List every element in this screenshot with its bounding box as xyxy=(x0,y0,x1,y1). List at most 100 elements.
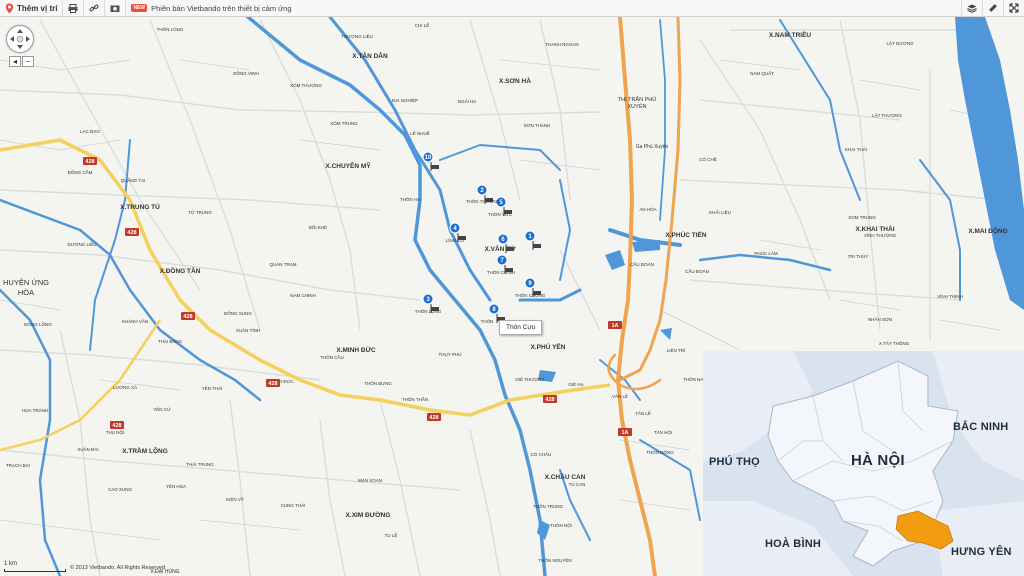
place-label: Ga Phú Xuyên xyxy=(636,144,669,150)
marker-number: 10 xyxy=(425,155,432,161)
place-label: NAM CHINH xyxy=(290,293,316,298)
place-label: GIẼ HẠ xyxy=(568,381,583,387)
promo-text: Phiên bản Vietbando trên thiết bị cảm ứn… xyxy=(151,3,292,13)
place-label: ĐỒNG SUNG xyxy=(224,310,252,316)
place-label: VĨNH THỊNH xyxy=(937,293,963,299)
label-bac-ninh: BẮC NINH xyxy=(953,421,1009,433)
place-label: CÓ CHÊ xyxy=(699,155,717,162)
place-label: NAM QUẤT xyxy=(750,70,774,76)
promo-banner[interactable]: NEW Phiên bản Vietbando trên thiết bị cả… xyxy=(126,0,296,17)
link-icon xyxy=(89,4,99,12)
place-label: MẬN XOAN xyxy=(358,477,382,483)
ruler-button[interactable] xyxy=(982,0,1003,17)
place-label: TÂN HỘI xyxy=(654,429,672,435)
ruler-icon xyxy=(989,4,997,12)
fullscreen-button[interactable] xyxy=(1003,0,1024,17)
place-label: XUÂN ĐÀI xyxy=(77,446,98,452)
place-label: DƯƠNG LIỄU xyxy=(68,241,97,247)
label-hoa-binh: HOÀ BÌNH xyxy=(765,538,821,550)
layers-icon xyxy=(967,4,977,13)
place-label: KIỆN VỸ xyxy=(226,495,244,502)
place-label: ĐỒNG LỒNG xyxy=(24,321,52,327)
place-label: ĐẠI NGHIỆP xyxy=(392,96,418,103)
place-label: THÔN LONG xyxy=(157,26,184,32)
zoom-out-button[interactable]: − xyxy=(22,56,34,67)
road-badge: 428 xyxy=(125,228,139,236)
place-label: X.MINH ĐỨC xyxy=(336,345,376,354)
place-label: YÊN THÁI xyxy=(202,384,223,391)
pan-control[interactable] xyxy=(6,25,34,53)
flag-icon xyxy=(431,165,439,169)
place-label: CÓ CHÂU xyxy=(531,451,552,457)
place-label: X.XIM ĐƯỜNG xyxy=(346,510,391,519)
layers-button[interactable] xyxy=(961,0,982,17)
road-badge-label: 428 xyxy=(545,397,554,403)
road-badge-label: 428 xyxy=(127,230,136,236)
place-label: THỤY PHÚ xyxy=(439,351,462,357)
road-badge-label: 428 xyxy=(268,381,277,387)
place-label: AN HÒA xyxy=(639,206,656,212)
place-label: LỄ NHUẾ xyxy=(410,130,430,136)
road-badge-label: 1A xyxy=(621,430,628,436)
place-label: LẬT DƯƠNG xyxy=(886,40,914,46)
road-badge: 428 xyxy=(83,157,97,165)
printer-icon xyxy=(68,3,78,13)
share-button[interactable] xyxy=(105,0,127,17)
place-label: CẦU ĐOÀN xyxy=(630,261,654,267)
scale-bar: 1 km xyxy=(4,561,66,572)
road-badge: 1A xyxy=(608,321,622,329)
place-label: TÂN LỄ xyxy=(635,410,651,416)
place-label: TỬ TRUNG xyxy=(188,209,212,215)
place-label: TRẠCH BẠI xyxy=(6,463,30,468)
marker-label: THÔN CHÍNH xyxy=(487,269,515,275)
marker-label: THÔN THƯỢNG xyxy=(466,198,501,204)
marker-label: THÔN xyxy=(481,318,494,324)
zoom-back-button[interactable]: ◂ xyxy=(9,56,21,67)
marker-label: THÔN VỰC xyxy=(488,211,513,217)
road-badge: 428 xyxy=(266,379,280,387)
link-button[interactable] xyxy=(84,0,106,17)
copyright-text: © 2013 Vietbando. All Rights Reserved xyxy=(70,565,166,571)
place-label: XÓM THƯỢNG xyxy=(290,82,322,88)
place-label: QUẢNG TẠI xyxy=(121,177,146,183)
expand-icon xyxy=(1009,3,1019,13)
print-button[interactable] xyxy=(63,0,85,17)
place-label: QUÂN TRẠM xyxy=(270,261,297,267)
road-badge-label: 428 xyxy=(183,314,192,320)
place-label: X.TRUNG TÚ xyxy=(120,202,160,211)
place-label: KHAI THÁI xyxy=(845,146,867,152)
place-label: LẬT THƯỢNG xyxy=(872,112,902,118)
place-label: NHÂN SƠN xyxy=(868,316,892,322)
add-location-label: Thêm vị trí xyxy=(17,3,58,13)
flag-icon xyxy=(533,244,541,248)
label-phu-tho: PHÚ THỌ xyxy=(709,456,760,468)
scale-label: 1 km xyxy=(4,561,18,567)
add-location-button[interactable]: Thêm vị trí xyxy=(0,0,64,17)
place-label: THÁI BẰNG xyxy=(158,337,183,344)
place-label: X.CHUYÊN MỸ xyxy=(325,161,371,170)
label-hung-yen: HƯNG YÊN xyxy=(951,546,1012,558)
place-label: VÂN LỄ xyxy=(612,393,628,399)
place-label: PHÚC LÂM xyxy=(754,250,778,256)
inset-locator-map: PHÚ THỌ HÀ NỘI BẮC NINH HOÀ BÌNH HƯNG YÊ… xyxy=(703,351,1024,576)
place-label: THÁI TRUNG xyxy=(186,461,214,467)
place-label: X.PHÚ YÊN xyxy=(531,342,566,351)
place-label: HUYỆN ỨNG xyxy=(3,278,49,287)
place-label: TU LỄ xyxy=(385,532,398,538)
place-label: CHI LỀ xyxy=(415,22,430,28)
place-label: BỐI KHÊ xyxy=(309,223,327,230)
place-label: THỊ TRẤN PHÚ xyxy=(618,96,656,103)
location-popup: Thôn Cựu xyxy=(499,320,543,335)
road-badge: 428 xyxy=(543,395,557,403)
place-label: NGẢI HẠ xyxy=(458,98,477,104)
place-label: TÚ CAN xyxy=(569,481,586,487)
road-badge-label: 428 xyxy=(85,159,94,165)
place-label: X.SƠN HÀ xyxy=(499,76,531,85)
place-label: ĐỒNG VINH xyxy=(233,70,259,76)
place-label: THÔN HẠ xyxy=(400,196,420,202)
marker-label: THÔN LỤNG xyxy=(415,308,442,314)
place-label: THÔN CẦU xyxy=(320,354,344,360)
place-label: THU NỘI xyxy=(106,429,125,435)
marker-label: LĨNH CƠ xyxy=(446,237,465,243)
road-badge: 428 xyxy=(427,413,441,421)
